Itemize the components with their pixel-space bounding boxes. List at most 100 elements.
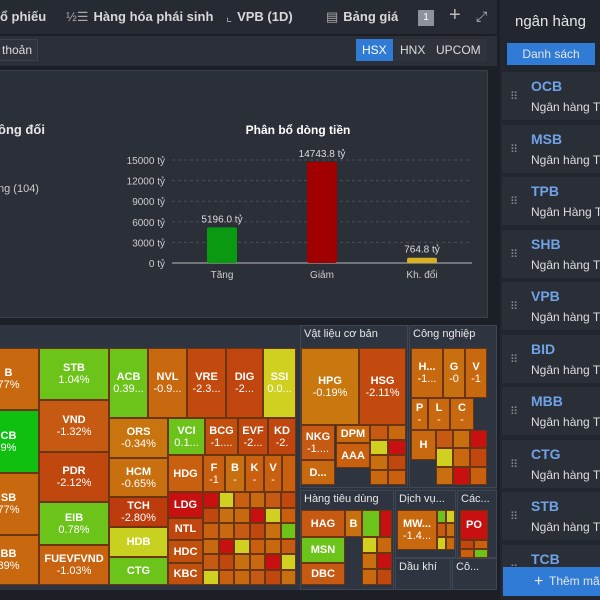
heatmap-tile[interactable]: C- [450, 398, 474, 430]
drag-handle-icon[interactable]: ⠿ [510, 143, 518, 156]
heatmap-tile-small[interactable] [234, 554, 250, 570]
heatmap-tile[interactable]: HDG [168, 455, 203, 492]
heatmap-tile-small[interactable] [249, 507, 265, 523]
heatmap-tile-small[interactable] [362, 537, 377, 553]
search-input[interactable]: ngân hàng [515, 13, 586, 30]
drag-handle-icon[interactable]: ⠿ [510, 90, 518, 103]
heatmap-tile-small[interactable] [203, 523, 219, 539]
expand-icon[interactable]: ⤢ [476, 8, 487, 25]
heatmap-tile-small[interactable] [280, 569, 296, 585]
exchange-hnx[interactable]: HNX [394, 39, 432, 61]
heatmap-tile-small[interactable] [437, 510, 446, 524]
heatmap-tile-small[interactable] [249, 538, 265, 554]
heatmap-tile[interactable]: HSG -2.11% [359, 348, 406, 425]
heatmap-tile-small[interactable] [265, 507, 281, 523]
heatmap-tile-small[interactable] [453, 466, 470, 485]
heatmap-tile[interactable]: AAA [336, 443, 370, 468]
account-button[interactable]: thoản [0, 39, 39, 61]
heatmap-tile-small[interactable] [249, 492, 265, 508]
heatmap-tile[interactable]: HCM -0.65% [109, 458, 168, 497]
heatmap-tile-small[interactable] [203, 538, 219, 554]
heatmap-tile-small[interactable] [280, 507, 296, 523]
heatmap-tile-small[interactable] [437, 536, 446, 550]
heatmap-tile[interactable]: HDB [109, 527, 168, 557]
watchlist-item[interactable]: ⠿ MSB Ngân hàng T [502, 124, 600, 173]
heatmap-tile-small[interactable] [446, 523, 455, 537]
heatmap-tile-small[interactable] [470, 466, 487, 485]
tab-derivatives[interactable]: ½☰ Hàng hóa phái sinh [66, 9, 213, 25]
heatmap-tile[interactable]: HAG [301, 510, 345, 537]
heatmap-tile[interactable]: D... [301, 460, 335, 485]
heatmap-tile[interactable]: L- [428, 398, 450, 430]
exchange-hsx[interactable]: HSX [356, 39, 393, 61]
heatmap-tile[interactable]: EIB 0.78% [39, 502, 109, 545]
heatmap-tile-small[interactable] [453, 430, 470, 449]
heatmap-tile-small[interactable] [460, 549, 474, 558]
heatmap-tile-small[interactable] [377, 553, 392, 569]
heatmap-tile[interactable]: PO [460, 510, 488, 540]
heatmap-tile-small[interactable] [218, 492, 234, 508]
heatmap-tile[interactable]: DPM [336, 425, 370, 443]
heatmap-tile-small[interactable] [453, 448, 470, 467]
watchlist-item[interactable]: ⠿ TPB Ngân Hàng T [502, 177, 600, 225]
heatmap-tile-small[interactable] [436, 466, 453, 485]
watchlist-item[interactable]: ⠿ CTG Ngân hàng T [502, 439, 600, 488]
heatmap-tile-small[interactable] [377, 569, 392, 585]
heatmap-tile[interactable]: B77% [0, 348, 39, 410]
drag-handle-icon[interactable]: ⠿ [510, 353, 518, 366]
heatmap-tile[interactable]: DBC [301, 563, 345, 585]
heatmap-tile[interactable]: KBC [168, 563, 203, 585]
heatmap-tile[interactable]: V -1 [465, 348, 487, 398]
heatmap-tile-small[interactable] [280, 492, 296, 508]
heatmap-tile-small[interactable] [460, 540, 474, 549]
tab-count-badge[interactable]: 1 [418, 10, 434, 26]
tab-list[interactable]: Danh sách [507, 43, 595, 65]
heatmap-tile[interactable]: KD -2. [268, 418, 296, 455]
heatmap-tile[interactable] [282, 455, 296, 492]
heatmap-tile[interactable]: BCG -1.... [205, 418, 238, 455]
heatmap-tile[interactable]: H... -1... [411, 348, 443, 398]
heatmap-tile[interactable]: HPG -0.19% [301, 348, 359, 425]
heatmap-tile-small[interactable] [265, 538, 281, 554]
tab-vpb-chart[interactable]: ⌞ VPB (1D) [226, 9, 293, 25]
heatmap-tile[interactable] [362, 510, 380, 537]
heatmap-tile-small[interactable] [234, 523, 250, 539]
heatmap-tile[interactable]: MSN [301, 537, 345, 563]
sector-block[interactable]: Dầu khí [395, 558, 451, 590]
heatmap-tile-small[interactable] [362, 553, 377, 569]
drag-handle-icon[interactable]: ⠿ [510, 248, 518, 261]
heatmap-tile-small[interactable] [474, 540, 488, 549]
heatmap-tile[interactable]: NTL [168, 518, 203, 540]
heatmap-tile-small[interactable] [446, 536, 455, 550]
exchange-upcom[interactable]: UPCOM [430, 39, 487, 61]
heatmap-tile-small[interactable] [280, 538, 296, 554]
heatmap-tile-small[interactable] [436, 448, 453, 467]
heatmap-tile[interactable]: NKG -1.... [301, 425, 335, 460]
heatmap-tile[interactable]: PDR -2.12% [39, 452, 109, 502]
heatmap-tile-small[interactable] [470, 448, 487, 467]
heatmap-tile-small[interactable] [370, 425, 388, 440]
heatmap-tile-small[interactable] [388, 440, 406, 455]
heatmap-tile-small[interactable] [265, 554, 281, 570]
heatmap-tile[interactable]: V- [264, 455, 282, 492]
heatmap-tile[interactable]: VRE -2.3... [187, 348, 226, 418]
heatmap-tile-small[interactable] [470, 430, 487, 449]
heatmap-tile-small[interactable] [203, 492, 219, 508]
heatmap-tile[interactable]: H [411, 430, 436, 460]
heatmap-tile[interactable]: TCH -2.80% [109, 497, 168, 527]
heatmap-tile-small[interactable] [203, 507, 219, 523]
heatmap-tile[interactable]: P- [411, 398, 428, 430]
heatmap-tile-small[interactable] [474, 549, 488, 558]
heatmap-tile[interactable]: FUEVFVND -1.03% [39, 545, 109, 585]
heatmap-tile[interactable]: ORS -0.34% [109, 418, 168, 458]
heatmap-tile-small[interactable] [203, 554, 219, 570]
heatmap-tile-small[interactable] [218, 569, 234, 585]
heatmap-tile[interactable]: F -1 [203, 455, 225, 492]
heatmap-tile-small[interactable] [280, 523, 296, 539]
heatmap-tile[interactable]: ACB 0.39... [109, 348, 148, 418]
heatmap-tile-small[interactable] [218, 523, 234, 539]
watchlist-item[interactable]: ⠿ VPB Ngân hàng T [502, 282, 600, 330]
heatmap-tile-small[interactable] [218, 507, 234, 523]
heatmap-tile[interactable]: VND -1.32% [39, 400, 109, 452]
tab-stocks[interactable]: ổ phiếu [0, 9, 46, 24]
